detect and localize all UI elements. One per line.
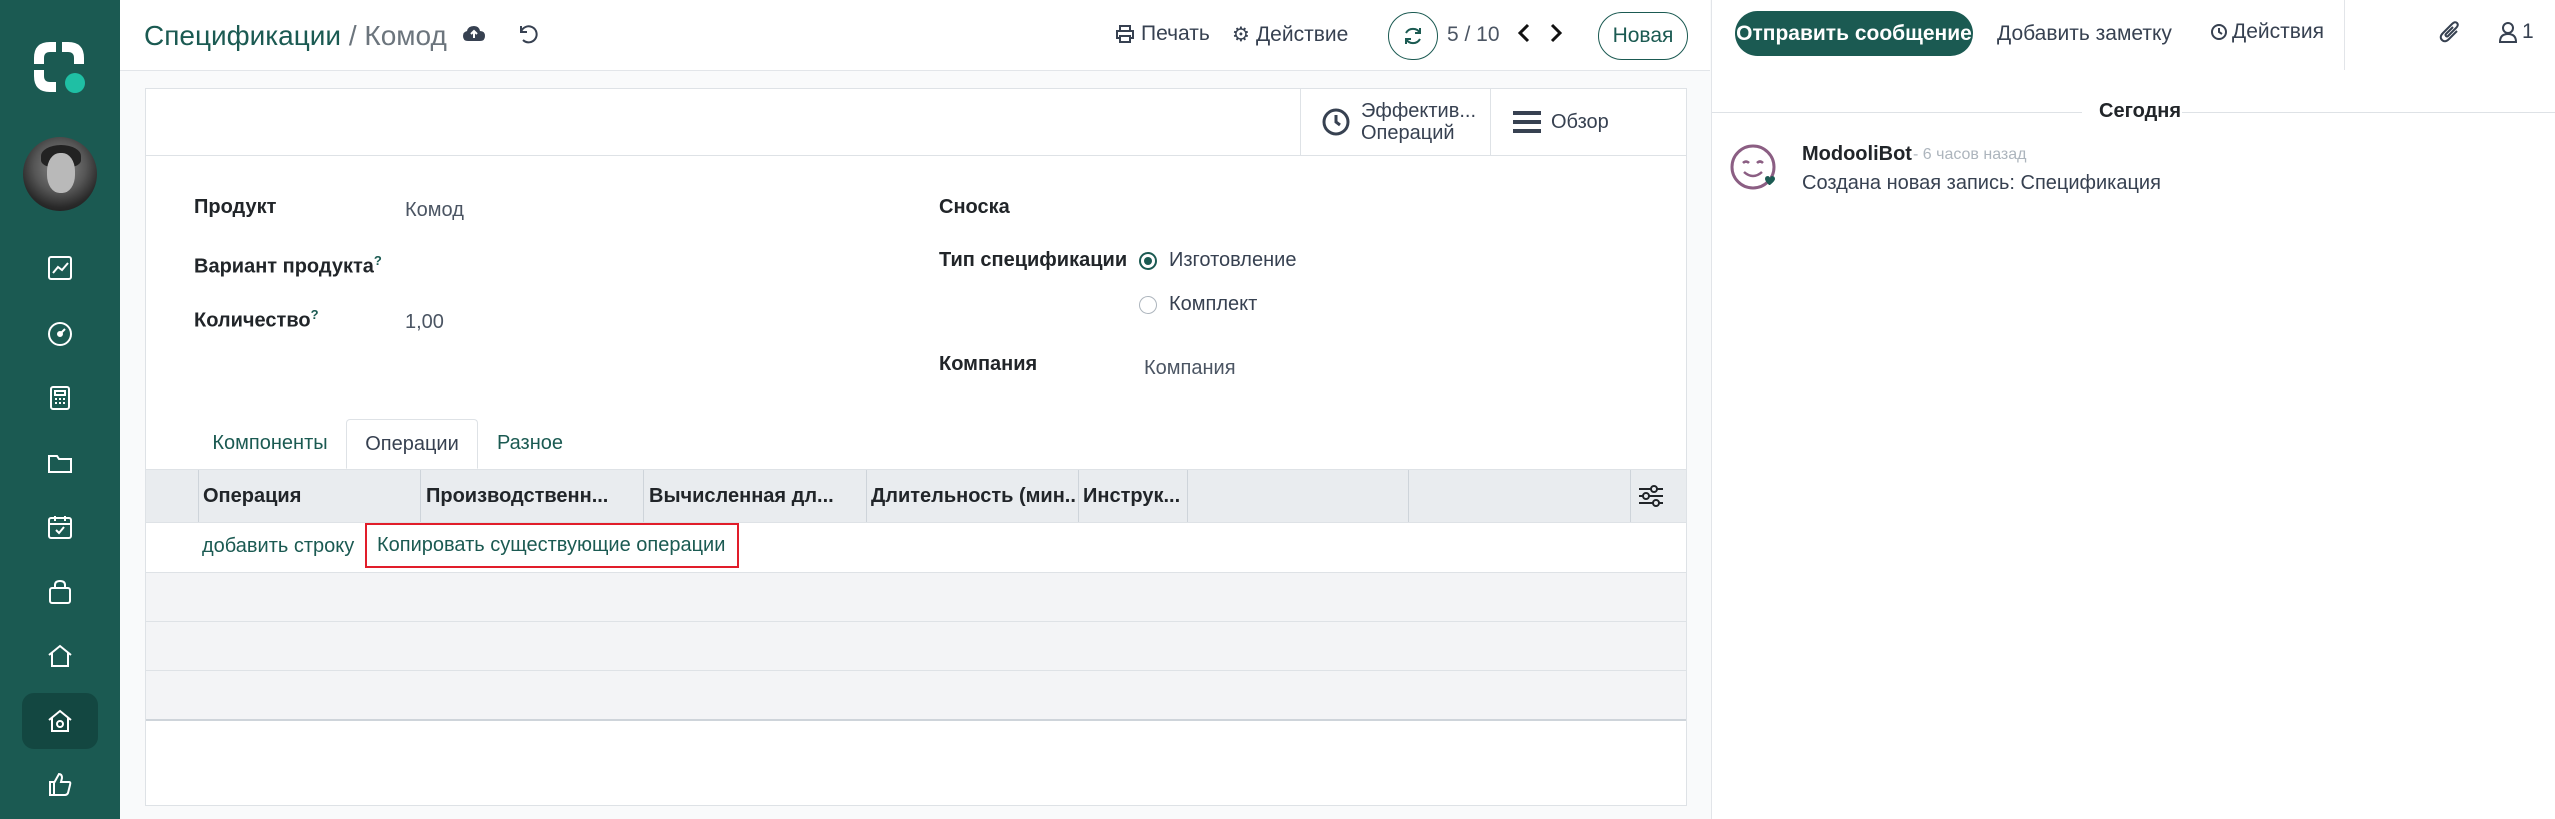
shopping-bag-icon[interactable]: [40, 572, 80, 612]
breadcrumb-current: Комод: [364, 20, 447, 51]
chart-icon[interactable]: [40, 248, 80, 288]
action-label: Действие: [1255, 22, 1349, 46]
overview-label: Обзор: [1551, 110, 1609, 133]
pager-next-icon[interactable]: [1548, 22, 1564, 50]
message-body: Создана новая запись: Спецификация: [1802, 172, 2161, 194]
bom-type-radio-kit[interactable]: Комплект: [1139, 293, 1257, 316]
gear-icon: ⚙: [1232, 24, 1250, 46]
form-sheet: Эффектив... Операций Обзор Продукт Комод…: [145, 88, 1687, 806]
app-sidebar: [0, 0, 120, 819]
variant-field[interactable]: [405, 253, 845, 279]
date-separator: Сегодня: [1712, 100, 2555, 124]
notebook-tabs: Компоненты Операции Разное: [146, 419, 1686, 469]
breadcrumb-parent-link[interactable]: Спецификации: [144, 20, 341, 51]
dashboard-gauge-icon[interactable]: [40, 314, 80, 354]
reference-label: Сноска: [939, 196, 1010, 218]
quantity-field[interactable]: 1,00: [405, 311, 444, 334]
table-row: [146, 622, 1686, 670]
activities-button[interactable]: Действия: [2210, 20, 2324, 44]
company-field[interactable]: Компания: [1144, 357, 1236, 380]
bom-type-radio-manufacture[interactable]: Изготовление: [1139, 249, 1296, 272]
manufacturing-home-icon[interactable]: [22, 693, 98, 749]
column-operation[interactable]: Операция: [203, 470, 415, 522]
new-record-button[interactable]: Новая: [1598, 12, 1688, 60]
table-row: [146, 573, 1686, 621]
table-row: [146, 671, 1686, 719]
column-duration-minutes[interactable]: Длительность (мин...: [871, 470, 1075, 522]
followers-button[interactable]: 1: [2498, 20, 2534, 44]
app-logo-icon[interactable]: [30, 38, 88, 96]
send-message-button[interactable]: Отправить сообщение: [1735, 11, 1973, 56]
date-separator-label: Сегодня: [2099, 100, 2182, 122]
tab-misc[interactable]: Разное: [482, 419, 578, 467]
optional-columns-sliders-icon[interactable]: [1636, 482, 1666, 515]
save-cloud-icon[interactable]: [462, 22, 486, 51]
thumbs-up-icon[interactable]: [40, 764, 80, 804]
efficiency-line1: Эффектив...: [1361, 100, 1477, 122]
quantity-help-icon[interactable]: ?: [311, 307, 319, 322]
breadcrumb: Спецификации / Комод: [144, 20, 447, 52]
activities-label: Действия: [2232, 20, 2325, 43]
paperclip-icon[interactable]: [2439, 20, 2463, 51]
folder-icon[interactable]: [40, 443, 80, 483]
breadcrumb-separator: /: [348, 20, 357, 51]
message-timestamp: - 6 часов назад: [1913, 146, 2027, 163]
company-label: Компания: [939, 353, 1038, 375]
pager-value[interactable]: 5 / 10: [1447, 23, 1500, 47]
column-workcenter[interactable]: Производственн...: [426, 470, 640, 522]
tab-components[interactable]: Компоненты: [200, 419, 340, 467]
print-button[interactable]: Печать: [1115, 22, 1210, 46]
printer-icon: [1116, 25, 1134, 43]
radio-selected-icon: [1139, 251, 1157, 270]
variant-label: Вариант продукта?: [194, 253, 382, 278]
followers-count: 1: [2522, 20, 2534, 43]
refresh-icon: [1405, 27, 1421, 45]
clock-icon: [2211, 24, 2227, 40]
user-avatar[interactable]: [23, 137, 97, 211]
copy-existing-operations-button[interactable]: Копировать существующие операции: [365, 523, 739, 568]
user-icon: [2498, 22, 2518, 43]
product-label: Продукт: [194, 196, 277, 218]
chatter-panel: Отправить сообщение Добавить заметку Дей…: [1711, 0, 2555, 819]
message-author[interactable]: ModooliBot: [1802, 143, 1912, 166]
reference-field[interactable]: [1144, 196, 1584, 222]
column-instructions[interactable]: Инструк...: [1083, 470, 1185, 522]
bot-avatar-icon: [1729, 143, 1781, 195]
efficiency-smart-button[interactable]: Эффектив... Операций: [1300, 89, 1490, 155]
bom-type-label: Тип спецификации: [939, 249, 1128, 271]
print-label: Печать: [1141, 22, 1210, 45]
radio-label: Комплект: [1169, 293, 1258, 315]
product-field[interactable]: Комод: [405, 199, 464, 222]
pager-previous-icon[interactable]: [1516, 22, 1532, 50]
quantity-label: Количество?: [194, 307, 319, 332]
calculator-icon[interactable]: [40, 378, 80, 418]
radio-unselected-icon: [1139, 295, 1157, 314]
log-note-button[interactable]: Добавить заметку: [1997, 22, 2172, 46]
column-computed-duration[interactable]: Вычисленная дл...: [649, 470, 863, 522]
pager-reload-button[interactable]: [1388, 12, 1438, 60]
hamburger-icon: [1513, 111, 1541, 133]
radio-label: Изготовление: [1169, 249, 1297, 271]
add-line-link[interactable]: добавить строку: [202, 535, 354, 558]
discard-undo-icon[interactable]: [516, 22, 540, 51]
calendar-check-icon[interactable]: [40, 507, 80, 547]
button-box: Эффектив... Операций Обзор: [146, 89, 1686, 156]
clock-icon: [1322, 108, 1350, 136]
variant-help-icon[interactable]: ?: [374, 253, 382, 268]
home-icon[interactable]: [40, 636, 80, 676]
action-button[interactable]: ⚙ Действие: [1232, 22, 1348, 47]
operations-table-header: Операция Производственн... Вычисленная д…: [146, 469, 1686, 523]
efficiency-line2: Операций: [1361, 122, 1455, 144]
overview-smart-button[interactable]: Обзор: [1490, 89, 1686, 155]
tab-operations[interactable]: Операции: [346, 419, 478, 469]
